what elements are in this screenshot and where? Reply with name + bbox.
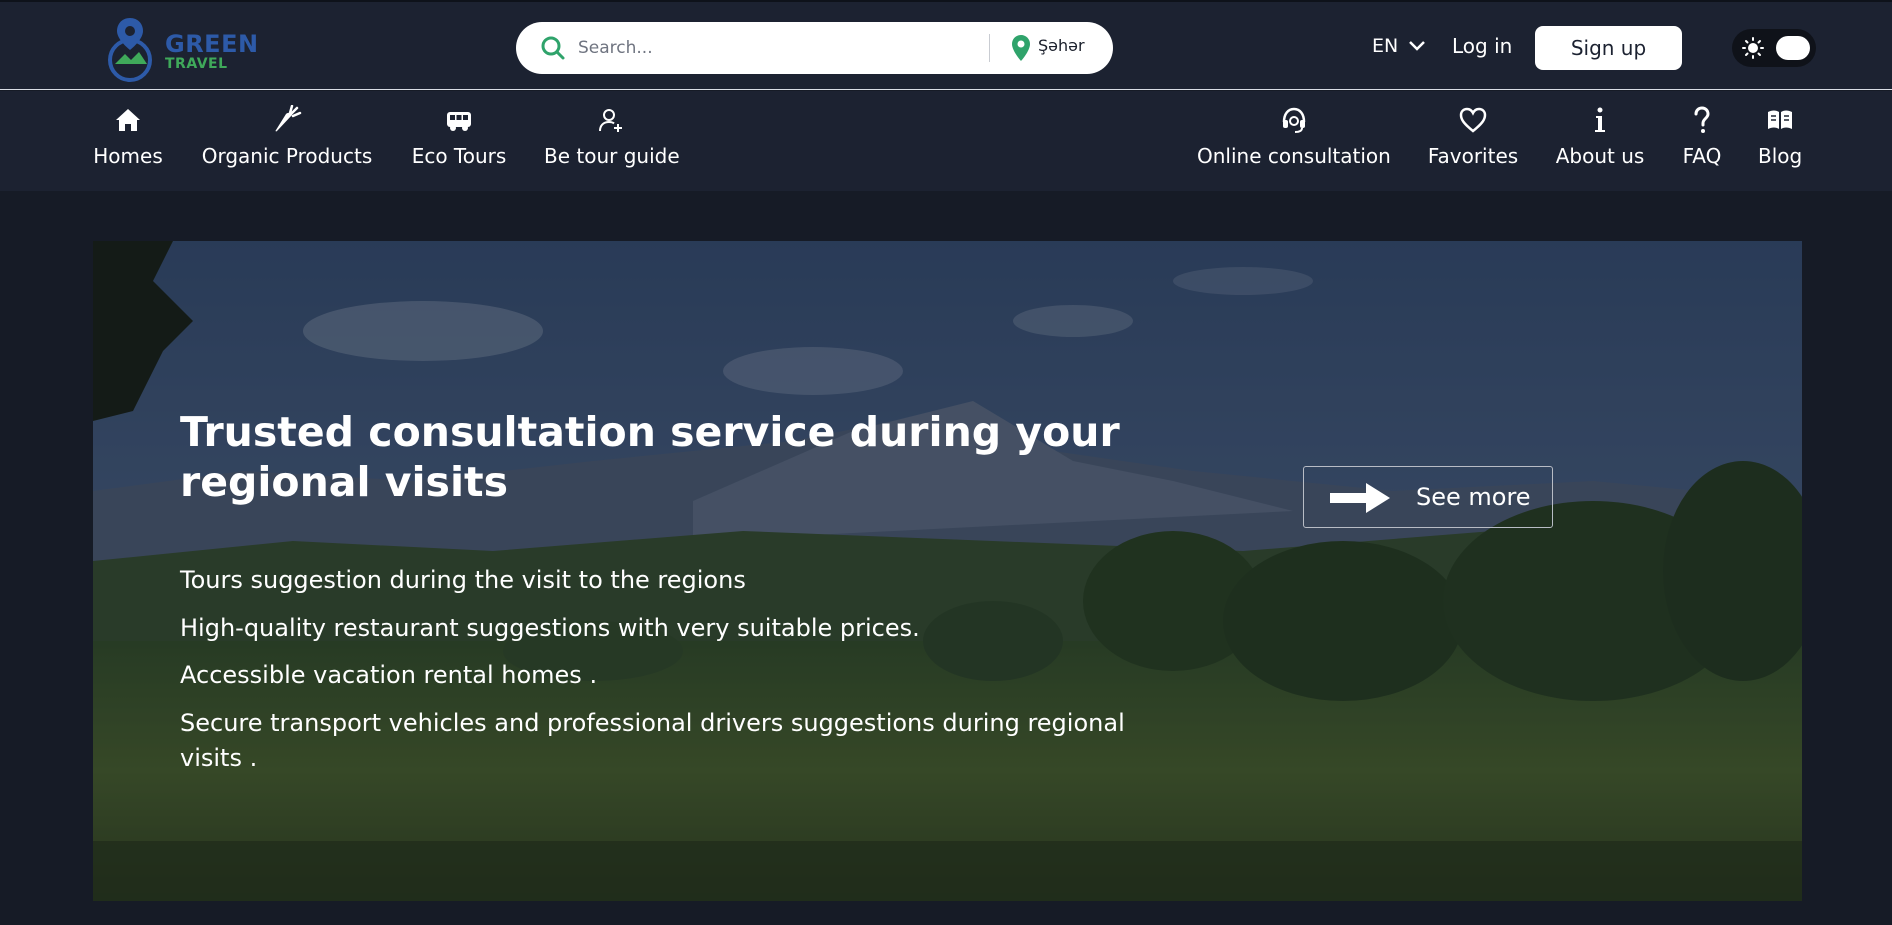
see-more-label: See more <box>1416 483 1531 511</box>
nav-label: Organic Products <box>201 144 373 168</box>
language-label: EN <box>1372 35 1399 57</box>
headset-icon <box>1282 107 1305 133</box>
nav-label: Eco Tours <box>411 144 507 168</box>
feature-item: Tours suggestion during the visit to the… <box>180 566 746 594</box>
nav-item-about-us[interactable]: About us <box>1555 91 1645 191</box>
nav-item-online-consultation[interactable]: Online consultation <box>1197 91 1391 191</box>
logo-text: GREEN TRAVEL <box>165 32 259 71</box>
nav-label: About us <box>1555 144 1645 168</box>
search-icon[interactable] <box>540 35 566 61</box>
nav-item-eco-tours[interactable]: Eco Tours <box>411 91 507 191</box>
location-pin-icon[interactable] <box>1011 34 1031 62</box>
nav-item-favorites[interactable]: Favorites <box>1427 91 1519 191</box>
nav-label: Homes <box>93 144 163 168</box>
nav-item-be-tour-guide[interactable]: Be tour guide <box>544 91 680 191</box>
question-icon <box>1694 106 1710 133</box>
nav-label: Be tour guide <box>544 144 680 168</box>
hero-title: Trusted consultation service during your… <box>180 408 1120 506</box>
feature-item: Accessible vacation rental homes . <box>180 661 598 689</box>
bus-icon <box>447 112 471 131</box>
nav-label: Blog <box>1758 144 1803 168</box>
logo-pin-icon <box>108 18 152 82</box>
main-nav: Homes Organic Products Eco Tours Be tour… <box>0 91 1892 191</box>
city-select[interactable]: Şəhər <box>1038 36 1085 55</box>
top-header: GREEN TRAVEL Şəhər EN Log in Sign up <box>0 0 1892 90</box>
logo-line1: GREEN <box>165 30 259 58</box>
see-more-button[interactable]: See more <box>1303 466 1553 528</box>
user-plus-icon <box>598 109 622 132</box>
chevron-down-icon <box>1409 41 1426 51</box>
nav-item-organic-products[interactable]: Organic Products <box>200 91 374 191</box>
nav-label: Favorites <box>1427 144 1519 168</box>
language-selector[interactable]: EN <box>1372 35 1426 57</box>
signup-button[interactable]: Sign up <box>1535 26 1682 70</box>
book-icon <box>1768 110 1792 129</box>
nav-item-faq[interactable]: FAQ <box>1681 91 1723 191</box>
login-link[interactable]: Log in <box>1452 34 1512 58</box>
nav-label: Online consultation <box>1197 144 1391 168</box>
search-divider <box>989 34 990 62</box>
arrow-right-icon <box>1330 483 1390 513</box>
feature-item: Secure transport vehicles and profession… <box>180 709 1125 772</box>
carrot-icon <box>275 105 302 132</box>
sun-icon <box>1742 37 1764 59</box>
toggle-knob <box>1776 36 1810 60</box>
logo-line2: TRAVEL <box>165 56 228 72</box>
hero-banner: Trusted consultation service during your… <box>93 241 1802 901</box>
info-icon <box>1595 107 1605 132</box>
home-icon <box>116 109 140 131</box>
feature-item: High-quality restaurant suggestions with… <box>180 614 920 642</box>
nav-label: FAQ <box>1682 144 1722 168</box>
heart-icon <box>1459 107 1487 133</box>
search-bar: Şəhər <box>516 22 1113 74</box>
search-input[interactable] <box>578 34 988 62</box>
nav-item-homes[interactable]: Homes <box>93 91 163 191</box>
nav-item-blog[interactable]: Blog <box>1758 91 1802 191</box>
theme-toggle[interactable] <box>1732 29 1816 67</box>
